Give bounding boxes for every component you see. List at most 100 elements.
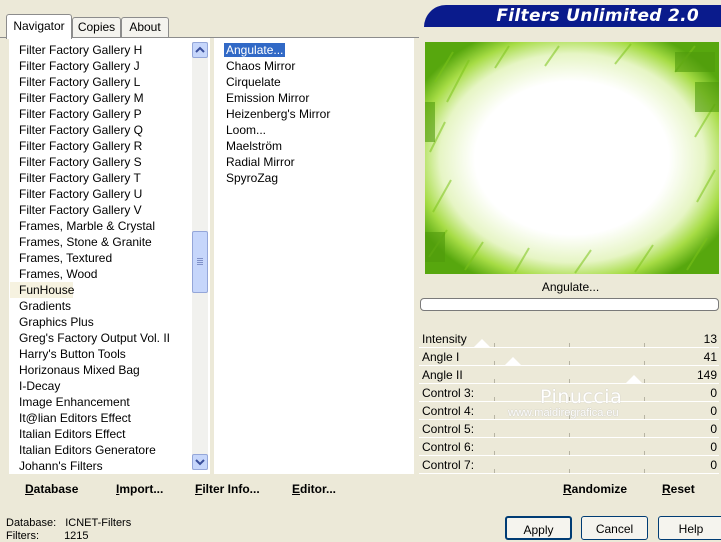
editor-button[interactable]: Editor... bbox=[292, 482, 336, 496]
category-item[interactable]: Frames, Wood bbox=[10, 266, 191, 282]
database-label: Database: bbox=[6, 517, 57, 529]
category-list[interactable]: Filter Factory Gallery H Filter Factory G… bbox=[10, 38, 191, 474]
control-value: 0 bbox=[710, 422, 717, 436]
slider-tick bbox=[494, 433, 495, 437]
category-item[interactable]: Greg's Factory Output Vol. II bbox=[10, 330, 191, 346]
filter-item[interactable]: Cirquelate bbox=[214, 74, 414, 90]
control-slider[interactable]: Control 7: 0 bbox=[419, 456, 721, 474]
progress-bar bbox=[420, 298, 719, 311]
control-value: 0 bbox=[710, 386, 717, 400]
reset-button[interactable]: Reset bbox=[662, 482, 695, 496]
tab-navigator[interactable]: Navigator bbox=[6, 14, 72, 39]
slider-tick bbox=[644, 343, 645, 347]
slider-tick bbox=[494, 451, 495, 455]
category-item[interactable]: Filter Factory Gallery V bbox=[10, 202, 191, 218]
cancel-button[interactable]: Cancel bbox=[581, 516, 648, 540]
slider-tick bbox=[494, 343, 495, 347]
control-value: 13 bbox=[703, 332, 717, 346]
filter-list[interactable]: Angulate... Chaos Mirror Cirquelate Emissio… bbox=[214, 38, 414, 186]
filter-item[interactable]: SpyroZag bbox=[214, 170, 414, 186]
slider-tick bbox=[644, 415, 645, 419]
control-value: 0 bbox=[710, 404, 717, 418]
category-item[interactable]: Filter Factory Gallery R bbox=[10, 138, 191, 154]
category-item[interactable]: Filter Factory Gallery P bbox=[10, 106, 191, 122]
tab-copies[interactable]: Copies bbox=[72, 17, 121, 37]
control-slider[interactable]: Angle I 41 bbox=[419, 348, 721, 366]
control-value: 41 bbox=[703, 350, 717, 364]
slider-tick bbox=[569, 379, 570, 383]
category-item[interactable]: I-Decay bbox=[10, 378, 191, 394]
category-item[interactable]: Filter Factory Gallery T bbox=[10, 170, 191, 186]
category-item[interactable]: Filter Factory Gallery S bbox=[10, 154, 191, 170]
help-button[interactable]: Help bbox=[658, 516, 721, 540]
control-slider[interactable]: Intensity 13 bbox=[419, 330, 721, 348]
filter-item[interactable]: Emission Mirror bbox=[214, 90, 414, 106]
database-button[interactable]: Database bbox=[25, 482, 78, 496]
slider-tick bbox=[644, 379, 645, 383]
category-item[interactable]: Filter Factory Gallery J bbox=[10, 58, 191, 74]
preview-caption: Angulate... bbox=[541, 280, 600, 294]
control-slider[interactable]: Angle II 149 bbox=[419, 366, 721, 384]
filter-item[interactable]: Chaos Mirror bbox=[214, 58, 414, 74]
category-item[interactable]: Filter Factory Gallery H bbox=[10, 42, 191, 58]
category-item[interactable]: Italian Editors Generatore bbox=[10, 442, 191, 458]
slider-tick bbox=[494, 469, 495, 473]
slider-tick bbox=[569, 451, 570, 455]
import-button[interactable]: Import... bbox=[116, 482, 163, 496]
category-item[interactable]: Filter Factory Gallery M bbox=[10, 90, 191, 106]
control-label: Control 6: bbox=[422, 440, 475, 454]
slider-thumb[interactable] bbox=[626, 375, 642, 383]
category-item[interactable]: Filter Factory Gallery U bbox=[10, 186, 191, 202]
filter-item[interactable]: Maelström bbox=[214, 138, 414, 154]
control-label: Angle I bbox=[422, 350, 460, 364]
category-item[interactable]: Image Enhancement bbox=[10, 394, 191, 410]
category-item[interactable]: It@lian Editors Effect bbox=[10, 410, 191, 426]
chevron-down-icon[interactable] bbox=[192, 454, 208, 470]
scrollbar-thumb[interactable] bbox=[192, 231, 208, 293]
category-item[interactable]: Gradients bbox=[10, 298, 191, 314]
category-item[interactable]: Frames, Textured bbox=[10, 250, 191, 266]
control-label: Angle II bbox=[422, 368, 463, 382]
category-item[interactable]: Filter Factory Gallery Q bbox=[10, 122, 191, 138]
category-item[interactable]: Frames, Marble & Crystal bbox=[10, 218, 191, 234]
control-label: Control 4: bbox=[422, 404, 475, 418]
slider-tick bbox=[644, 469, 645, 473]
control-slider[interactable]: Control 6: 0 bbox=[419, 438, 721, 456]
slider-tick bbox=[569, 343, 570, 347]
category-item[interactable]: Italian Editors Effect bbox=[10, 426, 191, 442]
filter-item[interactable]: Heizenberg's Mirror bbox=[214, 106, 414, 122]
control-value: 149 bbox=[696, 368, 717, 382]
control-value: 0 bbox=[710, 440, 717, 454]
category-scrollbar[interactable] bbox=[192, 42, 208, 470]
category-item[interactable]: Johann's Filters bbox=[10, 458, 191, 474]
slider-tick bbox=[494, 397, 495, 401]
database-value: ICNET-Filters bbox=[65, 517, 132, 529]
apply-button[interactable]: Apply bbox=[505, 516, 572, 540]
category-list-panel: Filter Factory Gallery H Filter Factory G… bbox=[9, 38, 210, 474]
filter-item-label: Emission Mirror bbox=[226, 91, 310, 105]
category-item[interactable]: Horizonaus Mixed Bag bbox=[10, 362, 191, 378]
slider-thumb[interactable] bbox=[474, 339, 490, 347]
category-item[interactable]: FunHouse bbox=[10, 282, 74, 298]
filter-item-label: SpyroZag bbox=[226, 171, 279, 185]
category-item[interactable]: Harry's Button Tools bbox=[10, 346, 191, 362]
tab-about[interactable]: About bbox=[121, 17, 169, 37]
category-item[interactable]: Frames, Stone & Granite bbox=[10, 234, 191, 250]
filter-item[interactable]: Radial Mirror bbox=[214, 154, 414, 170]
app-title: Filters Unlimited 2.0 bbox=[496, 6, 699, 26]
category-item[interactable]: Filter Factory Gallery L bbox=[10, 74, 191, 90]
database-status: Database: ICNET-Filters bbox=[6, 517, 131, 529]
control-label: Control 5: bbox=[422, 422, 475, 436]
slider-tick bbox=[569, 361, 570, 365]
filter-item[interactable]: Angulate... bbox=[214, 42, 414, 58]
slider-tick bbox=[569, 433, 570, 437]
filter-info-button[interactable]: Filter Info... bbox=[195, 482, 260, 496]
control-slider[interactable]: Control 5: 0 bbox=[419, 420, 721, 438]
chevron-up-icon[interactable] bbox=[192, 42, 208, 58]
randomize-button[interactable]: Randomize bbox=[563, 482, 627, 496]
filter-item-label: Loom... bbox=[226, 123, 267, 137]
category-item[interactable]: Graphics Plus bbox=[10, 314, 191, 330]
filter-item[interactable]: Loom... bbox=[214, 122, 414, 138]
slider-thumb[interactable] bbox=[505, 357, 521, 365]
slider-tick bbox=[494, 361, 495, 365]
